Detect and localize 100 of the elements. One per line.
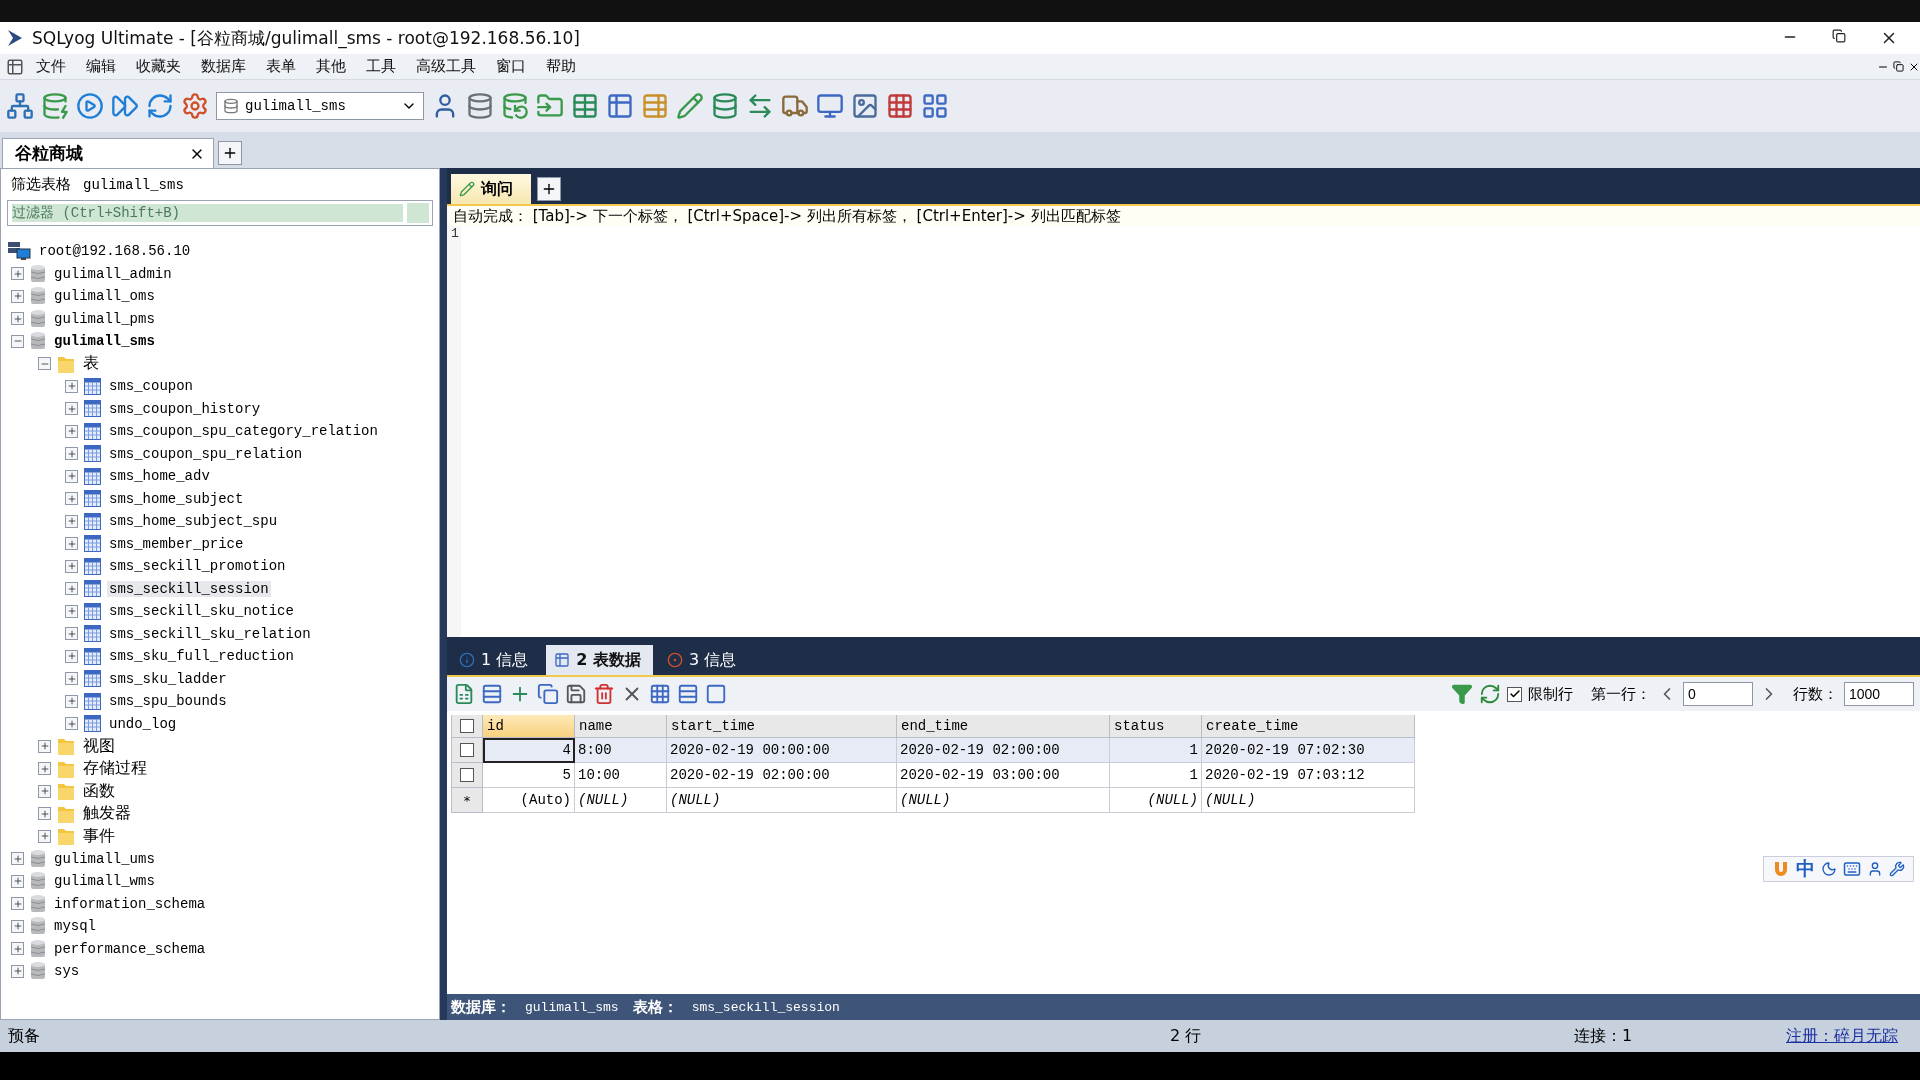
expand-icon[interactable]	[38, 784, 51, 798]
tree-item[interactable]: sms_coupon_history	[107, 400, 263, 417]
menu-item[interactable]: 帮助	[538, 55, 584, 78]
menu-item[interactable]: 窗口	[488, 55, 534, 78]
select-all-checkbox[interactable]	[460, 719, 474, 733]
database-icon[interactable]	[466, 92, 494, 120]
expand-icon[interactable]	[11, 964, 24, 978]
expand-icon[interactable]	[11, 874, 24, 888]
tree-item[interactable]: 函数	[81, 780, 117, 802]
export-icon[interactable]	[453, 683, 475, 705]
layout-icon[interactable]	[921, 92, 949, 120]
expand-icon[interactable]	[65, 672, 78, 686]
column-header[interactable]: end_time	[897, 715, 1110, 738]
refresh-icon[interactable]	[1479, 683, 1501, 705]
tree-item[interactable]: sms_coupon	[107, 378, 195, 395]
wrench-icon[interactable]	[1889, 861, 1905, 877]
menu-item[interactable]: 编辑	[78, 55, 124, 78]
fast-forward-icon[interactable]	[111, 92, 139, 120]
column-header[interactable]: create_time	[1202, 715, 1415, 738]
refresh-icon[interactable]	[146, 92, 174, 120]
filter-field[interactable]: 过滤器 (Ctrl+Shift+B)	[7, 200, 433, 226]
tree-item[interactable]: information_schema	[52, 895, 208, 912]
tree-item[interactable]: sms_seckill_sku_relation	[107, 625, 313, 642]
tree-item[interactable]: sms_seckill_session	[107, 580, 271, 597]
expand-icon[interactable]	[65, 649, 78, 663]
expand-icon[interactable]	[11, 312, 24, 326]
monitor-icon[interactable]	[816, 92, 844, 120]
tree-item[interactable]: 存储过程	[81, 758, 149, 780]
tree-item[interactable]: sms_home_subject_spu	[107, 513, 280, 530]
row-count-field[interactable]: 1000	[1844, 682, 1914, 706]
expand-icon[interactable]	[11, 919, 24, 933]
expand-icon[interactable]	[65, 627, 78, 641]
expand-icon[interactable]	[65, 379, 78, 393]
menu-item[interactable]: 收藏夹	[128, 55, 189, 78]
expand-icon[interactable]	[11, 942, 24, 956]
expand-icon[interactable]	[65, 424, 78, 438]
keyboard-icon[interactable]	[1843, 860, 1861, 878]
row-checkbox[interactable]	[460, 743, 474, 757]
expand-icon[interactable]	[65, 717, 78, 731]
rows-icon[interactable]	[481, 683, 503, 705]
collapse-icon[interactable]	[38, 357, 51, 371]
tree-item[interactable]: sms_home_adv	[107, 468, 212, 485]
menu-item[interactable]: 表单	[258, 55, 304, 78]
result-tab[interactable]: 3 信息	[658, 645, 749, 675]
expand-icon[interactable]	[65, 492, 78, 506]
grid-icon[interactable]	[886, 92, 914, 120]
filter-icon[interactable]	[1451, 683, 1473, 705]
menu-item[interactable]: 工具	[358, 55, 404, 78]
database-icon[interactable]	[41, 92, 69, 120]
tree-item[interactable]: 事件	[81, 825, 117, 847]
expand-icon[interactable]	[38, 739, 51, 753]
menu-icon[interactable]	[6, 57, 24, 76]
table-icon[interactable]	[571, 92, 599, 120]
grid-icon[interactable]	[649, 683, 671, 705]
moon-icon[interactable]	[1821, 861, 1837, 877]
database-dropdown[interactable]: gulimall_sms	[216, 92, 424, 120]
column-header[interactable]: name	[575, 715, 667, 738]
new-tab-button[interactable]	[218, 141, 242, 165]
expand-icon[interactable]	[11, 267, 24, 281]
registration-link[interactable]: 注册：碎月无踪	[1786, 1025, 1898, 1047]
result-tab[interactable]: 2 表数据	[546, 645, 653, 675]
expand-icon[interactable]	[11, 289, 24, 303]
restore-icon[interactable]	[1893, 61, 1904, 72]
tree-item[interactable]: gulimall_oms	[52, 288, 157, 305]
delete-icon[interactable]	[593, 683, 615, 705]
tree-item[interactable]: 表	[81, 353, 101, 375]
expand-icon[interactable]	[65, 559, 78, 573]
tree-item[interactable]: sms_member_price	[107, 535, 246, 552]
column-header[interactable]: start_time	[667, 715, 897, 738]
tree-item[interactable]: 触发器	[81, 803, 133, 825]
tree-item[interactable]: sms_sku_ladder	[107, 670, 229, 687]
tree-item[interactable]: gulimall_ums	[52, 850, 157, 867]
pencil-icon[interactable]	[676, 92, 704, 120]
tree-item[interactable]: 视图	[81, 735, 117, 757]
menu-item[interactable]: 文件	[28, 55, 74, 78]
row-checkbox[interactable]	[460, 768, 474, 782]
expand-icon[interactable]	[65, 402, 78, 416]
table-icon[interactable]	[606, 92, 634, 120]
tree-item[interactable]: sms_home_subject	[107, 490, 246, 507]
input-method-bar[interactable]: 中	[1763, 856, 1914, 882]
tree-item[interactable]: gulimall_sms	[52, 333, 157, 350]
form-icon[interactable]	[677, 683, 699, 705]
result-tab[interactable]: 1 信息	[451, 645, 541, 675]
menu-item[interactable]: 高级工具	[408, 55, 484, 78]
tree-item[interactable]: sms_seckill_promotion	[107, 558, 288, 575]
expand-icon[interactable]	[65, 582, 78, 596]
tree-item[interactable]: gulimall_wms	[52, 873, 157, 890]
network-icon[interactable]	[6, 92, 34, 120]
expand-icon[interactable]	[65, 604, 78, 618]
expand-icon[interactable]	[11, 897, 24, 911]
table-icon[interactable]	[641, 92, 669, 120]
tree-item[interactable]: mysql	[52, 918, 98, 935]
user-icon[interactable]	[1867, 861, 1883, 877]
expand-icon[interactable]	[65, 537, 78, 551]
tree-item[interactable]: performance_schema	[52, 940, 208, 957]
tree-item[interactable]: sms_spu_bounds	[107, 693, 229, 710]
gear-icon[interactable]	[181, 92, 209, 120]
column-header[interactable]: id	[483, 715, 575, 738]
play-icon[interactable]	[76, 92, 104, 120]
restore-icon[interactable]	[1832, 29, 1846, 43]
